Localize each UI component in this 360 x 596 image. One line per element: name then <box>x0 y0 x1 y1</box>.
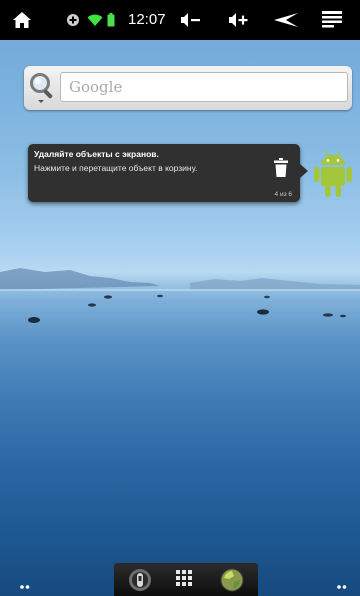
page-indicator-right[interactable] <box>337 575 347 589</box>
battery-icon <box>106 0 116 40</box>
home-icon[interactable] <box>8 0 36 40</box>
bottom-dock <box>114 563 258 596</box>
menu-icon[interactable] <box>318 0 346 40</box>
status-bar: 12:07 <box>0 0 360 40</box>
status-time: 12:07 <box>128 11 166 28</box>
android-robot-icon[interactable] <box>313 149 353 199</box>
tooltip-pointer <box>300 164 308 178</box>
volume-down-icon[interactable] <box>178 0 204 40</box>
tooltip-title: Удаляйте объекты с экранов. <box>34 149 159 159</box>
trash-icon <box>274 158 288 178</box>
search-input[interactable]: Google <box>60 72 348 102</box>
back-icon[interactable] <box>270 0 302 40</box>
tooltip-page-counter: 4 из 6 <box>274 191 292 198</box>
usb-debug-icon <box>66 0 80 40</box>
hint-tooltip[interactable]: Удаляйте объекты с экранов. Нажмите и пе… <box>28 144 300 202</box>
page-indicator-left[interactable] <box>20 575 30 589</box>
all-apps-icon[interactable] <box>166 563 206 596</box>
wifi-icon <box>86 0 104 40</box>
tooltip-body: Нажмите и перетащите объект в корзину. <box>34 163 198 173</box>
volume-up-icon[interactable] <box>226 0 252 40</box>
phone-icon[interactable] <box>120 563 160 596</box>
home-screen: 12:07 Google Удаляйте объекты с экранов.… <box>0 0 360 596</box>
search-icon[interactable] <box>28 71 58 105</box>
browser-icon[interactable] <box>212 563 252 596</box>
google-search-widget[interactable]: Google <box>24 66 352 110</box>
